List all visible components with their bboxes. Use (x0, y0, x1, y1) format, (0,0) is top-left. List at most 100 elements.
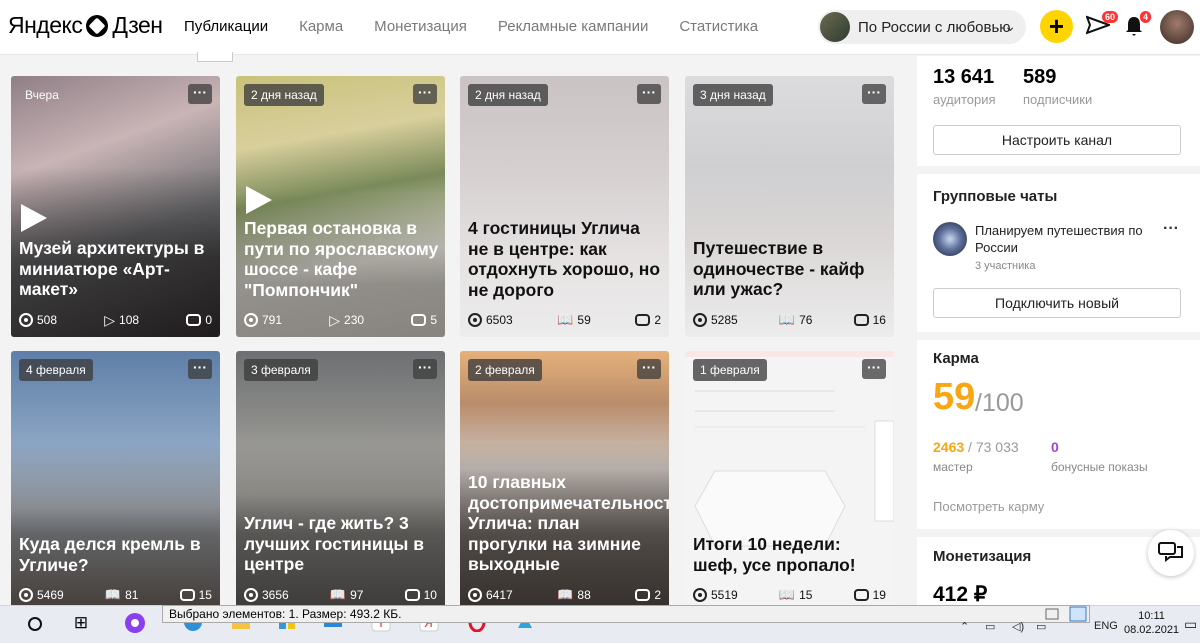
comments-count: 15 (198, 588, 212, 602)
reads-count: 97 (350, 588, 364, 602)
publication-card[interactable]: 1 февраля ··· Итоги 10 недели: шеф, усе … (685, 351, 894, 612)
comment-icon (179, 589, 195, 601)
publication-card[interactable]: 3 дня назад ··· Путешествие в одиночеств… (685, 76, 894, 337)
clock-time: 10:11 (1138, 610, 1165, 622)
alice-assistant-icon[interactable] (124, 612, 146, 634)
comments-count: 10 (423, 588, 437, 602)
card-stats: 6417 📖 88 2 (468, 586, 661, 604)
master-total: / 73 033 (964, 439, 1019, 455)
master-value: 2463 (933, 439, 965, 455)
play-icon: ▷ (329, 311, 341, 328)
nav-monetization[interactable]: Монетизация (374, 18, 467, 35)
comment-icon (635, 589, 651, 601)
notification-center-icon[interactable]: ▭ (1184, 616, 1197, 633)
card-title: 4 гостиницы Углича не в центре: как отдо… (468, 218, 661, 300)
network-icon[interactable]: ▭ (985, 620, 995, 633)
connect-new-button[interactable]: Подключить новый (933, 288, 1181, 318)
create-plus-button[interactable]: + (1040, 10, 1073, 43)
views-icon (19, 313, 33, 327)
reads-icon: 📖 (778, 312, 796, 327)
chat-bubble-icon[interactable] (1148, 530, 1194, 576)
chat-more-icon[interactable]: ··· (1163, 220, 1179, 238)
publication-card[interactable]: 3 февраля ··· Углич - где жить? 3 лучших… (236, 351, 445, 612)
user-avatar[interactable] (1160, 10, 1194, 44)
nav-karma[interactable]: Карма (299, 18, 343, 35)
bonus-label: бонусные показы (1051, 460, 1148, 474)
channel-selector[interactable]: По России с любовью ⌄ (818, 10, 1026, 44)
volume-icon[interactable]: ◁) (1012, 620, 1024, 633)
logo-text-yandex: Яндекс (8, 12, 83, 38)
more-icon[interactable]: ··· (188, 359, 212, 379)
publication-card[interactable]: 2 дня назад ··· 4 гостиницы Углича не в … (460, 76, 669, 337)
comments-count: 2 (654, 313, 661, 327)
view-karma-link[interactable]: Посмотреть карму (933, 499, 1044, 514)
nav-statistics[interactable]: Статистика (679, 18, 758, 35)
reads-count: 76 (799, 313, 813, 327)
reads-icon: 📖 (557, 587, 574, 602)
more-icon[interactable]: ··· (862, 359, 886, 379)
chevron-down-icon: ⌄ (1004, 18, 1016, 34)
setup-channel-button[interactable]: Настроить канал (933, 125, 1181, 155)
card-date: Вчера (25, 88, 59, 102)
monetization-value: 412 ₽ (933, 583, 988, 606)
views-count: 6417 (486, 588, 513, 602)
karma-title: Карма (933, 350, 979, 367)
card-date: 3 февраля (244, 359, 318, 381)
channel-avatar (820, 12, 850, 42)
views-count: 3656 (262, 588, 289, 602)
reads-icon: 📖 (557, 312, 574, 327)
comments-count: 2 (654, 588, 661, 602)
battery-icon[interactable]: ▭ (1036, 620, 1046, 633)
video-play-icon (246, 186, 272, 214)
partial-button[interactable] (197, 52, 233, 62)
publication-card[interactable]: 2 февраля ··· 10 главных достопримечател… (460, 351, 669, 612)
more-icon[interactable]: ··· (637, 359, 661, 379)
chat-avatar (933, 222, 967, 256)
more-icon[interactable]: ··· (188, 84, 212, 104)
language-indicator[interactable]: ENG (1094, 620, 1118, 632)
more-icon[interactable]: ··· (862, 84, 886, 104)
comment-icon (404, 589, 420, 601)
reads-count: 15 (799, 588, 813, 602)
comments-count: 16 (872, 313, 886, 327)
master-label: мастер (933, 460, 973, 474)
subscribers-value: 589 (1023, 66, 1057, 88)
views-count: 5469 (37, 588, 64, 602)
views-icon (693, 588, 707, 602)
start-circle-icon[interactable] (24, 612, 46, 634)
publication-card[interactable]: 4 февраля ··· Куда делся кремль в Угличе… (11, 351, 220, 612)
views-icon (244, 313, 258, 327)
view-mode-icons[interactable] (1040, 606, 1096, 622)
reads-count: 88 (577, 588, 591, 602)
reads-icon: 📖 (778, 587, 796, 602)
views-count: 5285 (711, 313, 738, 327)
more-icon[interactable]: ··· (413, 84, 437, 104)
plays-count: 108 (119, 313, 140, 327)
messages-badge: 60 (1102, 11, 1119, 23)
task-view-icon[interactable]: ⊞ (70, 612, 92, 634)
more-icon[interactable]: ··· (413, 359, 437, 379)
card-title: Музей архитектуры в миниатюре «Арт-макет… (19, 238, 205, 299)
views-icon (693, 313, 707, 327)
chat-members: 3 участника (975, 260, 1036, 272)
card-stats: 5285 📖 76 16 (693, 311, 886, 329)
nav-ad-campaigns[interactable]: Рекламные кампании (498, 18, 648, 35)
publication-card[interactable]: 2 дня назад ··· Первая остановка в пути … (236, 76, 445, 337)
yandex-zen-logo[interactable]: Яндекс Дзен (8, 12, 163, 39)
publication-card[interactable]: Вчера ··· Музей архитектуры в миниатюре … (11, 76, 220, 337)
card-date: 3 дня назад (693, 84, 773, 106)
taskbar-clock[interactable]: 10:11 08.02.2021 (1124, 609, 1179, 637)
more-icon[interactable]: ··· (637, 84, 661, 104)
views-count: 508 (37, 313, 58, 327)
comment-icon (411, 314, 427, 326)
chat-name[interactable]: Планируем путешествия по России (975, 222, 1145, 256)
views-icon (244, 588, 258, 602)
nav-publications[interactable]: Публикации (184, 18, 268, 35)
clock-date: 08.02.2021 (1124, 624, 1180, 636)
card-title: Путешествие в одиночестве - кайф или ужа… (693, 238, 865, 299)
views-count: 791 (262, 313, 283, 327)
card-title: Углич - где жить? 3 лучших гостиницы в ц… (244, 513, 424, 574)
tray-chevron-icon[interactable]: ⌃ (960, 620, 969, 633)
reads-count: 59 (577, 313, 591, 327)
comment-icon (635, 314, 651, 326)
